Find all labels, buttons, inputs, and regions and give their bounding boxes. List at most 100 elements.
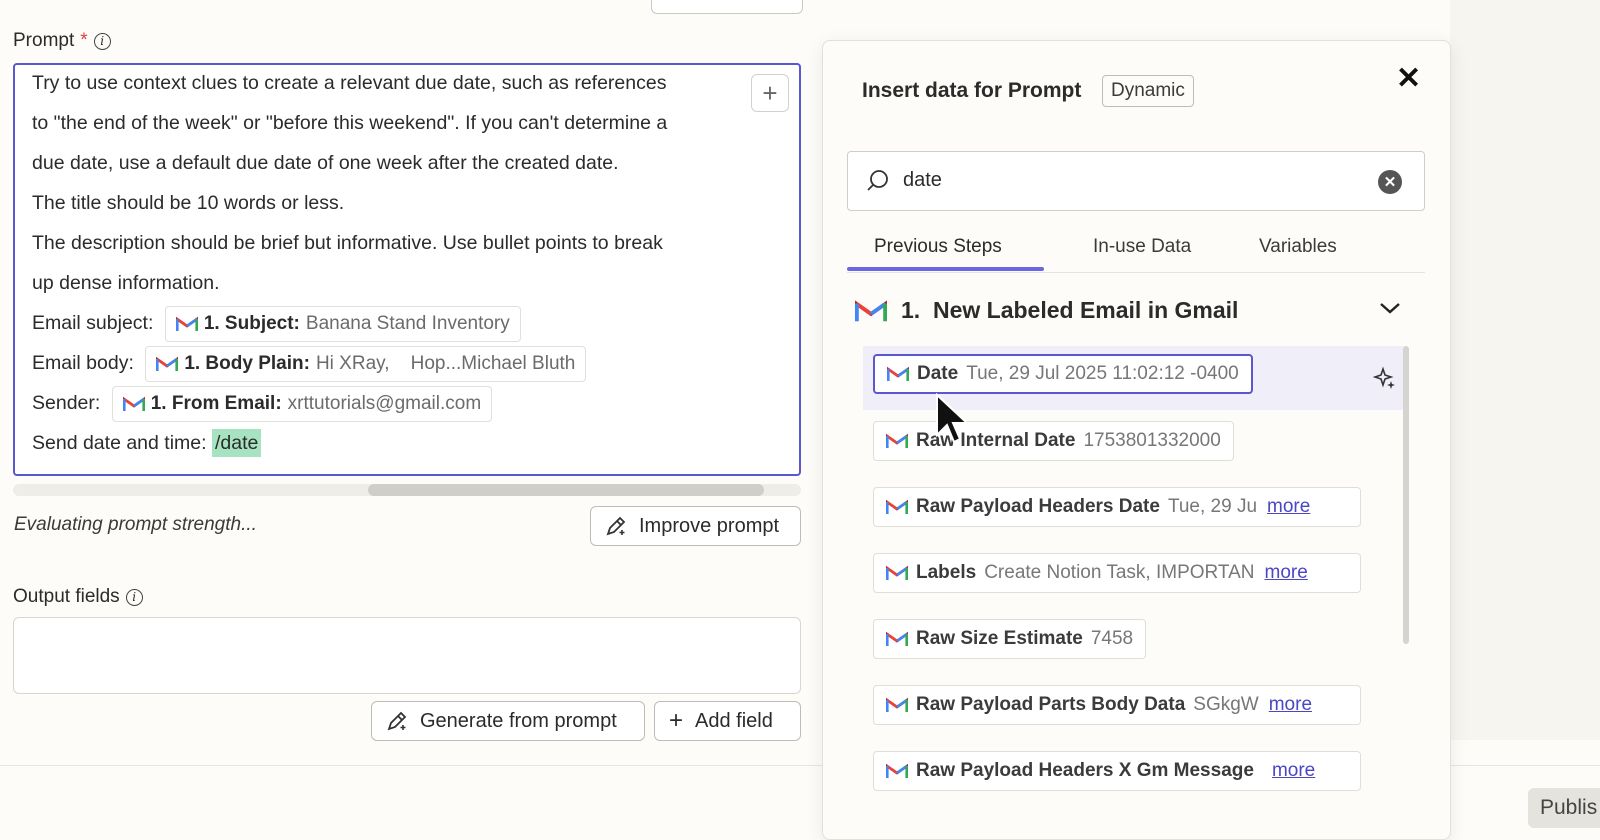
evaluating-status: Evaluating prompt strength... [14,514,257,535]
horizontal-scrollbar[interactable] [13,484,801,496]
magic-pen-icon [387,711,407,731]
add-field-label: Add field [695,709,773,732]
publish-button[interactable]: Publis [1528,788,1600,828]
data-item-raw-payload-headers-date[interactable]: Raw Payload Headers Date Tue, 29 Ju more [873,487,1361,527]
prompt-line: The description should be brief but info… [32,232,663,254]
pill-key: 1. From Email: [150,392,282,414]
dynamic-badge: Dynamic [1102,75,1194,107]
clear-search-icon[interactable]: ✕ [1378,170,1402,194]
generate-label: Generate from prompt [420,709,617,732]
output-fields-box[interactable] [13,617,801,694]
gmail-icon [855,299,887,321]
search-icon [867,170,888,191]
pill-value: Banana Stand Inventory [305,312,510,334]
gmail-icon [886,565,908,580]
item-value: Tue, 29 Ju [1167,496,1258,517]
info-icon[interactable]: i [93,32,111,50]
item-key: Date [917,363,959,384]
data-item-labels[interactable]: Labels Create Notion Task, IMPORTAN more [873,553,1361,593]
panel-tabs: Previous Steps In-use Data Variables [847,236,1425,273]
item-key: Labels [916,562,977,583]
add-field-button-top[interactable] [651,0,803,14]
info-icon[interactable]: i [125,588,143,606]
generate-from-prompt-button[interactable]: Generate from prompt [371,701,645,741]
search-input[interactable]: date ✕ [847,151,1425,211]
required-mark: * [80,30,88,51]
gmail-icon [886,763,908,778]
field-line-subject: Email subject: 1. Subject: Banana Stand … [32,303,762,343]
gmail-icon [886,697,908,712]
gmail-icon [886,433,908,448]
add-field-button[interactable]: + Add field [654,701,801,741]
data-item-raw-payload-parts-body-data[interactable]: Raw Payload Parts Body Data SGkgW more [873,685,1361,725]
pill-key: 1. Subject: [203,312,300,334]
item-key: Raw Payload Headers X Gm Message [916,760,1254,781]
tab-in-use-data[interactable]: In-use Data [1093,236,1191,258]
item-value: 1753801332000 [1083,430,1221,451]
improve-prompt-label: Improve prompt [639,514,780,537]
magic-pen-icon [606,516,626,536]
output-fields-label: Output fields [13,586,120,607]
close-icon[interactable]: ✕ [1396,61,1421,96]
data-pill-body[interactable]: 1. Body Plain: Hi XRay, Hop...Michael Bl… [145,345,587,382]
data-item-raw-payload-headers-x-gm-message[interactable]: Raw Payload Headers X Gm Message more [873,751,1361,791]
improve-prompt-button[interactable]: Improve prompt [590,506,801,546]
item-value: SGkgW [1193,694,1259,715]
item-key: Raw Size Estimate [916,628,1083,649]
chevron-down-icon[interactable] [1379,301,1401,315]
prompt-label: Prompt [13,30,75,51]
field-label: Sender: [32,392,101,414]
field-label: Send date and time: [32,432,207,454]
item-value: Tue, 29 Jul 2025 11:02:12 -0400 [966,363,1239,384]
gmail-icon [886,499,908,514]
prompt-editor[interactable]: Try to use context clues to create a rel… [13,63,801,476]
prompt-line: The title should be 10 words or less. [32,192,345,214]
tab-variables[interactable]: Variables [1259,236,1337,258]
insert-data-panel: Insert data for Prompt Dynamic ✕ date ✕ … [822,40,1451,840]
scrollbar-thumb[interactable] [368,484,764,496]
gmail-icon [887,366,909,381]
mouse-cursor-icon [936,393,969,444]
gmail-icon [156,356,179,371]
data-item-date[interactable]: Date Tue, 29 Jul 2025 11:02:12 -0400 [873,354,1253,394]
item-value: Create Notion Task, IMPORTAN [984,562,1255,583]
insert-data-plus-button[interactable]: + [751,74,789,112]
active-tab-indicator [847,267,1044,271]
send-date-line: Send date and time: /date [32,423,762,463]
section-title: 1. New Labeled Email in Gmail [901,297,1239,323]
slash-command-token: /date [211,429,262,457]
panel-scrollbar[interactable] [1403,346,1409,644]
prompt-line: up dense information. [32,272,220,294]
field-label: Email subject: [32,312,154,334]
data-item-raw-internal-date[interactable]: Raw Internal Date 1753801332000 [873,421,1234,461]
background-area [1450,0,1600,740]
prompt-line: to "the end of the week" or "before this… [32,112,668,134]
prompt-line: Try to use context clues to create a rel… [32,72,667,94]
more-link[interactable]: more [1267,496,1310,518]
prompt-label-row: Prompt * i [13,30,111,52]
gmail-icon [886,631,908,646]
tab-previous-steps[interactable]: Previous Steps [874,236,1002,258]
step-section-header[interactable]: 1. New Labeled Email in Gmail [855,297,1238,324]
data-pill-subject[interactable]: 1. Subject: Banana Stand Inventory [164,305,521,342]
pill-key: 1. Body Plain: [184,352,310,374]
item-value: 7458 [1090,628,1134,649]
field-line-sender: Sender: 1. From Email: xrttutorials@gmai… [32,383,762,423]
more-link[interactable]: more [1265,562,1308,584]
pill-value: xrttutorials@gmail.com [287,392,482,414]
item-key: Raw Payload Parts Body Data [916,694,1186,715]
field-line-body: Email body: 1. Body Plain: Hi XRay, Hop.… [32,343,762,383]
more-link[interactable]: more [1269,694,1312,716]
gmail-icon [175,316,198,331]
data-item-raw-size-estimate[interactable]: Raw Size Estimate 7458 [873,619,1147,659]
sparkle-icon[interactable] [1373,366,1397,390]
panel-title: Insert data for Prompt [862,79,1082,102]
data-pill-sender[interactable]: 1. From Email: xrttutorials@gmail.com [111,385,493,422]
gmail-icon [122,396,145,411]
output-fields-label-row: Output fields i [13,586,143,608]
prompt-line: due date, use a default due date of one … [32,152,619,174]
prompt-text[interactable]: Try to use context clues to create a rel… [32,65,762,463]
item-key: Raw Payload Headers Date [916,496,1160,517]
more-link[interactable]: more [1272,760,1315,782]
pill-value: Hi XRay, Hop...Michael Bluth [315,352,576,374]
